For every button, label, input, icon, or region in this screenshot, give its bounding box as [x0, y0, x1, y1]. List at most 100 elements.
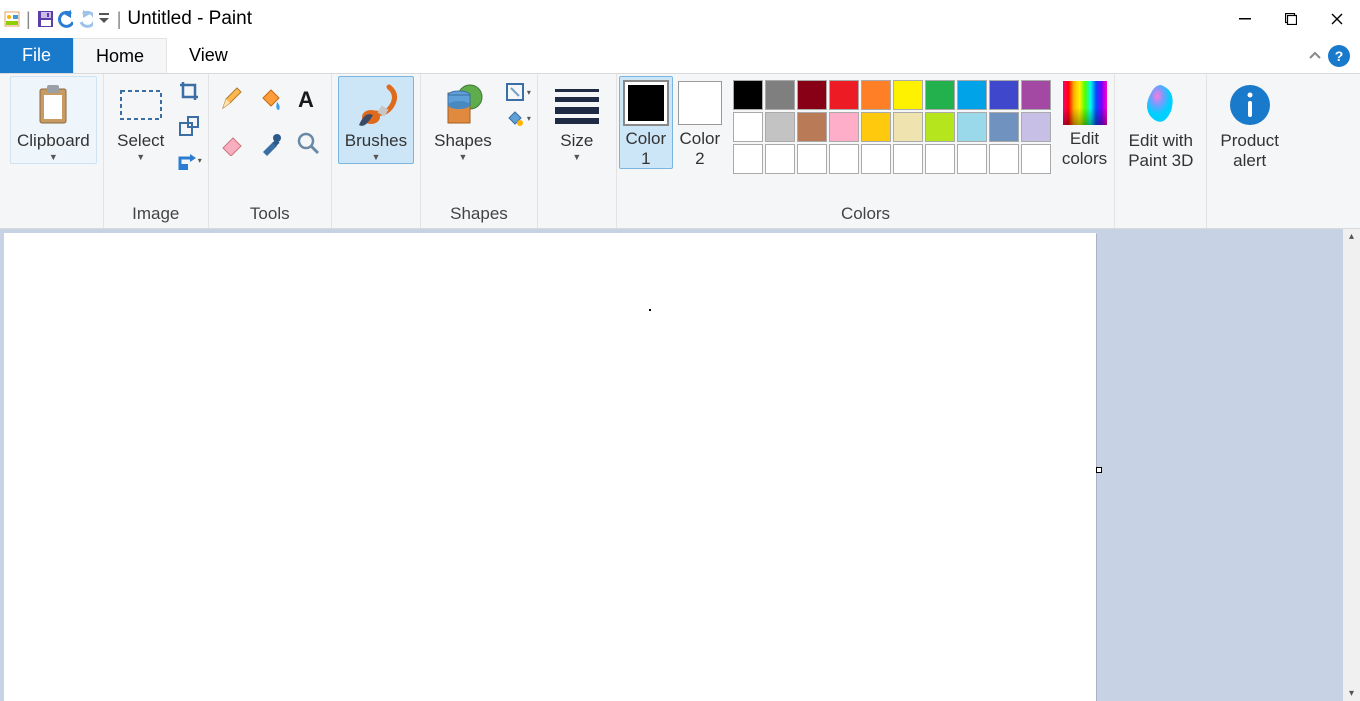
color-swatch[interactable] — [989, 112, 1019, 142]
edit-colors-button[interactable]: Edit colors — [1057, 76, 1112, 169]
canvas[interactable] — [4, 233, 1096, 701]
color-swatch[interactable] — [765, 112, 795, 142]
text-tool-icon[interactable]: A — [291, 82, 325, 116]
group-size: Size▼ — [538, 74, 617, 228]
undo-icon[interactable] — [57, 11, 73, 27]
info-icon — [1228, 81, 1272, 129]
color-swatch[interactable] — [829, 80, 859, 110]
qat-customize-icon[interactable] — [97, 11, 111, 27]
color-swatch[interactable] — [893, 112, 923, 142]
color-swatch[interactable] — [797, 144, 827, 174]
separator: | — [26, 9, 31, 30]
help-icon[interactable]: ? — [1328, 45, 1350, 67]
paint3d-button[interactable]: Edit with Paint 3D — [1121, 76, 1200, 172]
select-icon — [117, 81, 165, 129]
window-title: Untitled - Paint — [127, 8, 252, 30]
color-swatch[interactable] — [925, 112, 955, 142]
color-swatch[interactable] — [861, 144, 891, 174]
color-swatch[interactable] — [957, 112, 987, 142]
paint3d-icon — [1139, 81, 1183, 129]
color-swatch[interactable] — [733, 112, 763, 142]
color-swatch[interactable] — [893, 144, 923, 174]
product-alert-button[interactable]: Product alert — [1213, 76, 1286, 172]
resize-handle-right[interactable] — [1096, 467, 1102, 473]
color-swatch[interactable] — [765, 144, 795, 174]
color-swatch[interactable] — [733, 144, 763, 174]
tab-view[interactable]: View — [167, 38, 250, 73]
color-swatch[interactable] — [957, 80, 987, 110]
color-swatch[interactable] — [989, 80, 1019, 110]
shape-outline-button[interactable]: ▾ — [505, 82, 531, 102]
paint3d-label: Edit with Paint 3D — [1128, 131, 1193, 171]
size-label: Size — [560, 131, 593, 150]
group-product-alert: Product alert — [1207, 74, 1292, 228]
size-button[interactable]: Size▼ — [544, 76, 610, 164]
collapse-ribbon-icon[interactable] — [1308, 49, 1322, 63]
magnifier-tool-icon[interactable] — [291, 126, 325, 160]
clipboard-label: Clipboard — [17, 131, 90, 150]
color-swatch[interactable] — [829, 112, 859, 142]
color-swatch[interactable] — [925, 144, 955, 174]
rainbow-icon — [1063, 81, 1107, 125]
color2-button[interactable]: Color 2 — [673, 76, 727, 169]
brushes-label: Brushes — [345, 131, 407, 150]
maximize-button[interactable] — [1268, 4, 1314, 34]
color-swatch[interactable] — [829, 144, 859, 174]
color1-swatch — [624, 81, 668, 125]
color1-button[interactable]: Color 1 — [619, 76, 673, 169]
fill-tool-icon[interactable] — [253, 82, 287, 116]
close-button[interactable] — [1314, 4, 1360, 34]
color-swatch[interactable] — [925, 80, 955, 110]
vertical-scrollbar[interactable]: ▴ ▾ — [1343, 229, 1360, 701]
brushes-button[interactable]: Brushes▼ — [338, 76, 414, 164]
eraser-tool-icon[interactable] — [215, 126, 249, 160]
scroll-down-icon[interactable]: ▾ — [1349, 688, 1354, 699]
color-swatch[interactable] — [797, 80, 827, 110]
color-swatch[interactable] — [1021, 144, 1051, 174]
work-area: ▴ ▾ — [0, 229, 1360, 701]
svg-text:A: A — [298, 87, 314, 112]
shapes-button[interactable]: Shapes▼ — [427, 76, 499, 164]
color-swatch[interactable] — [797, 112, 827, 142]
color-swatch[interactable] — [765, 80, 795, 110]
color-swatch[interactable] — [989, 144, 1019, 174]
color1-label: Color 1 — [626, 129, 667, 168]
color-swatch[interactable] — [893, 80, 923, 110]
tab-bar: File Home View ? — [0, 38, 1360, 74]
group-shapes: Shapes▼ ▾ ▾ Shapes — [421, 74, 538, 228]
product-alert-label: Product alert — [1220, 131, 1279, 171]
clipboard-icon — [36, 81, 70, 129]
ribbon: Clipboard▼ Select▼ ▾ Image — [0, 74, 1360, 229]
color-swatch[interactable] — [1021, 112, 1051, 142]
separator: | — [117, 9, 122, 30]
color-swatch[interactable] — [1021, 80, 1051, 110]
group-label-colors: Colors — [841, 200, 890, 228]
minimize-button[interactable] — [1222, 4, 1268, 34]
color2-label: Color 2 — [680, 129, 721, 168]
shapes-icon — [438, 81, 488, 129]
group-label-image: Image — [132, 200, 179, 228]
rotate-icon[interactable]: ▾ — [176, 148, 202, 174]
group-image: Select▼ ▾ Image — [104, 74, 209, 228]
tab-file[interactable]: File — [0, 38, 73, 73]
crop-icon[interactable] — [176, 78, 202, 104]
redo-icon[interactable] — [77, 11, 93, 27]
shape-fill-button[interactable]: ▾ — [505, 108, 531, 128]
color-swatch[interactable] — [733, 80, 763, 110]
save-icon[interactable] — [37, 11, 53, 27]
canvas-dot — [649, 309, 651, 311]
scroll-up-icon[interactable]: ▴ — [1349, 231, 1354, 242]
color-swatch[interactable] — [957, 144, 987, 174]
group-colors: Color 1 Color 2 Edit colors Colors — [617, 74, 1115, 228]
group-label-shapes: Shapes — [450, 200, 508, 228]
edit-colors-label: Edit colors — [1062, 129, 1107, 168]
color2-swatch — [678, 81, 722, 125]
resize-icon[interactable] — [176, 113, 202, 139]
color-picker-tool-icon[interactable] — [253, 126, 287, 160]
select-button[interactable]: Select▼ — [110, 76, 172, 164]
color-swatch[interactable] — [861, 80, 891, 110]
tab-home[interactable]: Home — [73, 38, 167, 73]
clipboard-button[interactable]: Clipboard▼ — [10, 76, 97, 164]
pencil-tool-icon[interactable] — [215, 82, 249, 116]
color-swatch[interactable] — [861, 112, 891, 142]
